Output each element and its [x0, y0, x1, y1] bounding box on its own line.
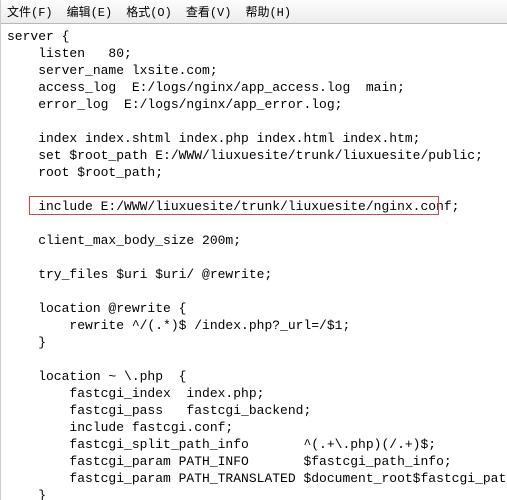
menu-format[interactable]: 格式(O) [126, 3, 172, 20]
code-line: listen 80; [7, 45, 507, 62]
code-line [7, 181, 507, 198]
menu-file[interactable]: 文件(F) [7, 3, 53, 20]
code-line: location ~ \.php { [7, 368, 507, 385]
code-line: rewrite ^/(.*)$ /index.php?_url=/$1; [7, 317, 507, 334]
code-line: error_log E:/logs/nginx/app_error.log; [7, 96, 507, 113]
code-line [7, 283, 507, 300]
code-line: index index.shtml index.php index.html i… [7, 130, 507, 147]
code-line: include E:/WWW/liuxuesite/trunk/liuxuesi… [7, 198, 507, 215]
menu-edit[interactable]: 编辑(E) [67, 3, 113, 20]
code-line: access_log E:/logs/nginx/app_access.log … [7, 79, 507, 96]
code-line [7, 215, 507, 232]
code-line: server_name lxsite.com; [7, 62, 507, 79]
code-line [7, 113, 507, 130]
menu-view[interactable]: 查看(V) [186, 3, 232, 20]
code-line: fastcgi_param PATH_TRANSLATED $document_… [7, 470, 507, 487]
code-line: fastcgi_split_path_info ^(.+\.php)(/.+)$… [7, 436, 507, 453]
code-line [7, 351, 507, 368]
code-line: location @rewrite { [7, 300, 507, 317]
code-line: set $root_path E:/WWW/liuxuesite/trunk/l… [7, 147, 507, 164]
code-line: fastcgi_param PATH_INFO $fastcgi_path_in… [7, 453, 507, 470]
code-line: root $root_path; [7, 164, 507, 181]
code-line: } [7, 334, 507, 351]
menu-help[interactable]: 帮助(H) [245, 3, 291, 20]
code-line [7, 249, 507, 266]
code-line: client_max_body_size 200m; [7, 232, 507, 249]
code-line: include fastcgi.conf; [7, 419, 507, 436]
code-line: fastcgi_pass fastcgi_backend; [7, 402, 507, 419]
code-line: try_files $uri $uri/ @rewrite; [7, 266, 507, 283]
menubar: 文件(F) 编辑(E) 格式(O) 查看(V) 帮助(H) [1, 0, 507, 24]
code-line: fastcgi_index index.php; [7, 385, 507, 402]
code-line: server { [7, 28, 507, 45]
editor-area[interactable]: server { listen 80; server_name lxsite.c… [1, 24, 507, 500]
code-line: } [7, 487, 507, 500]
